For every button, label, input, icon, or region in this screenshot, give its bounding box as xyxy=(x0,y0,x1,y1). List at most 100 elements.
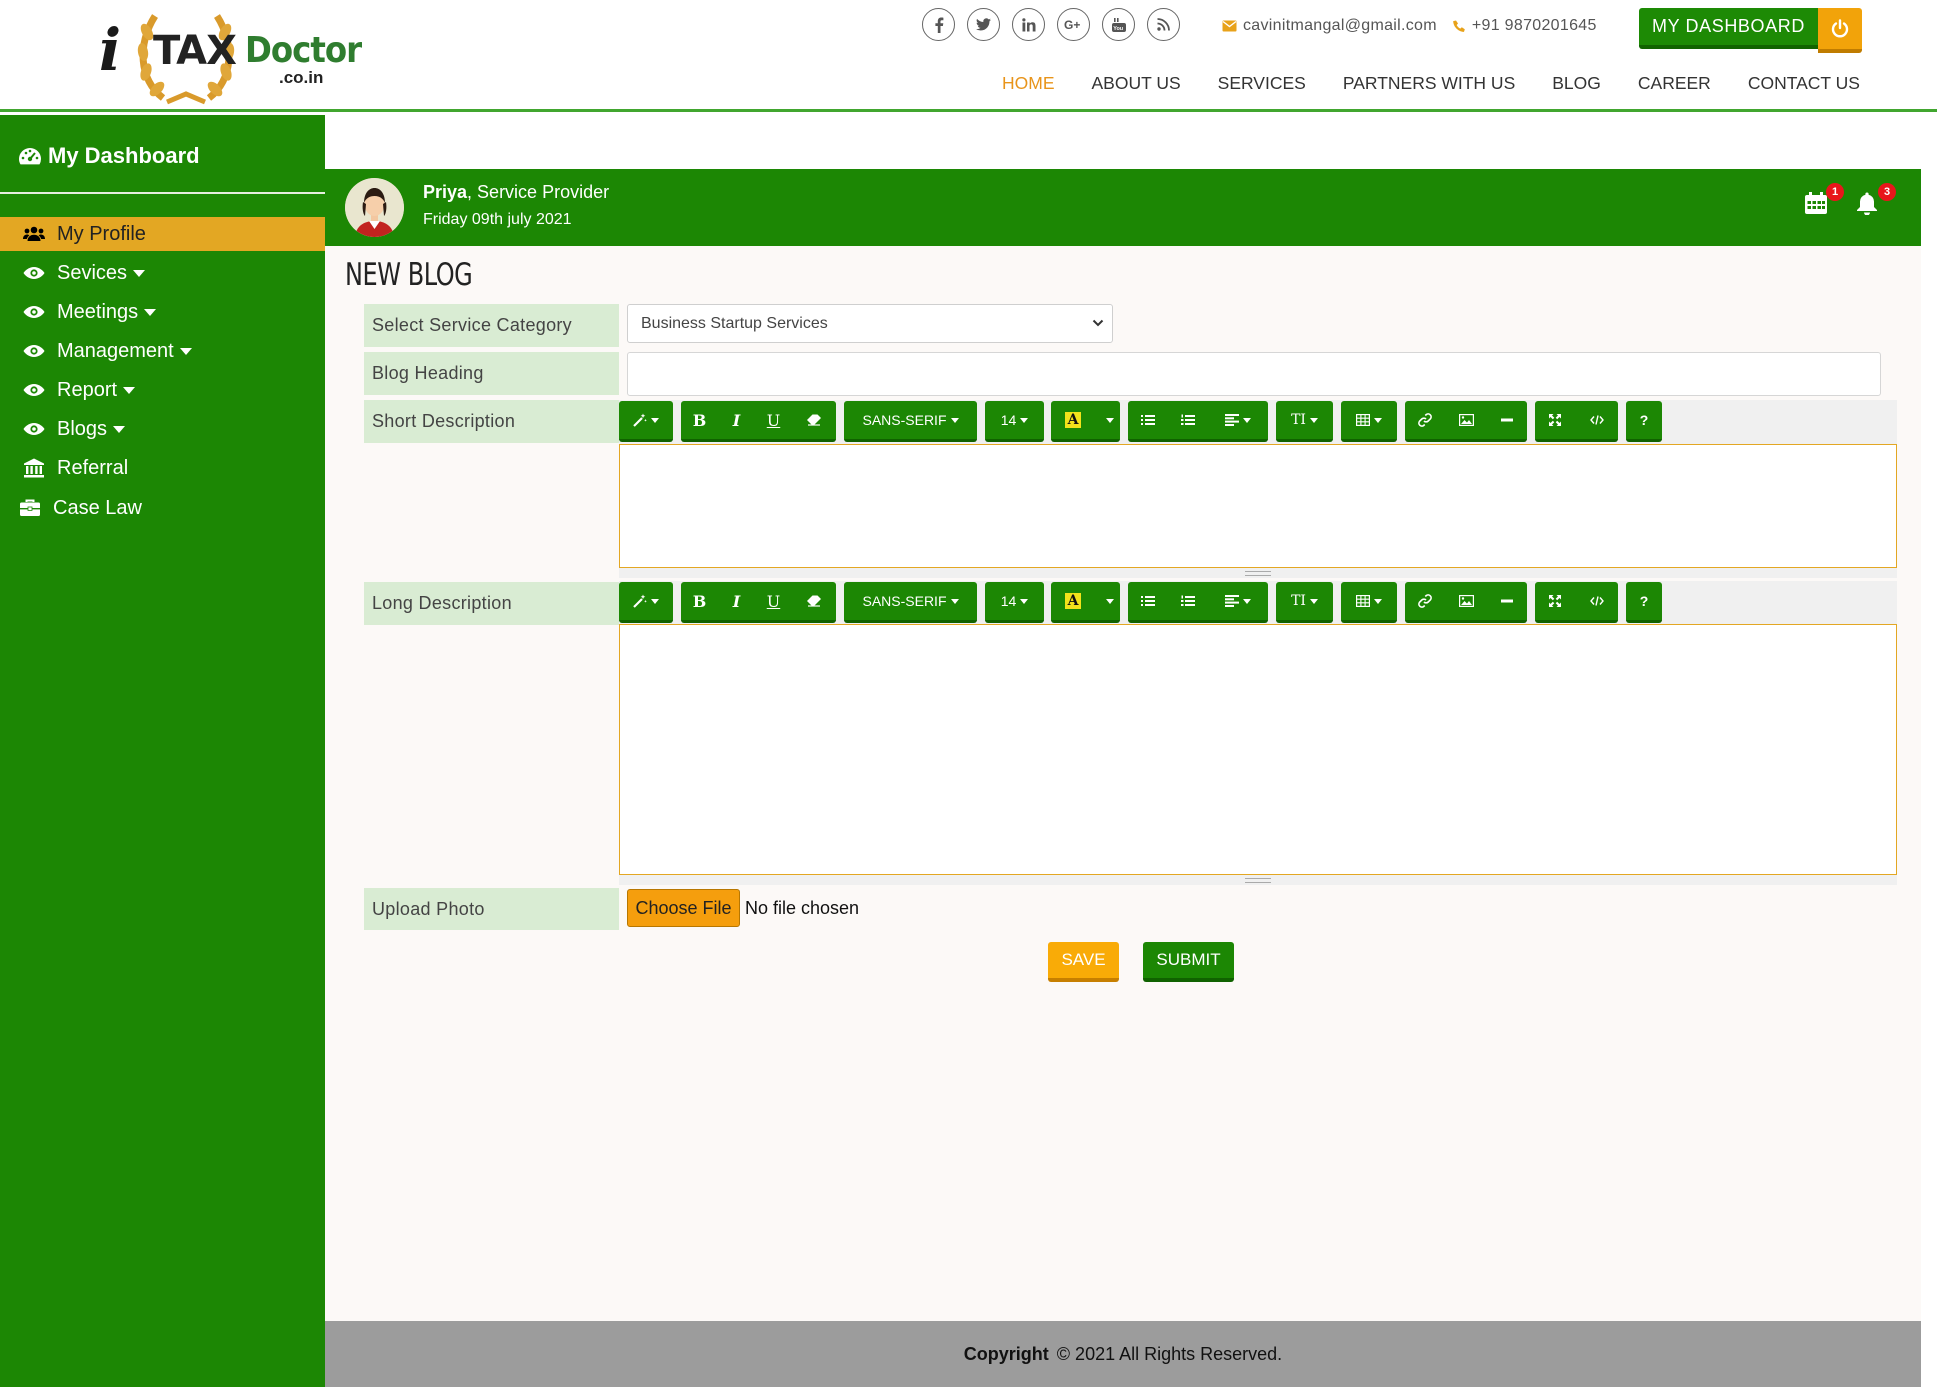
horizontal-rule-icon[interactable] xyxy=(1487,401,1527,439)
svg-text:You: You xyxy=(1113,26,1123,32)
code-view-icon[interactable] xyxy=(1575,582,1618,620)
site-footer: Copyright © 2021 All Rights Reserved. xyxy=(325,1321,1921,1387)
align-dropdown[interactable] xyxy=(1208,582,1268,620)
text-height-icon: TI xyxy=(1291,412,1306,428)
sidebar-item-blogs[interactable]: Blogs xyxy=(0,412,325,446)
sidebar-item-label: Management xyxy=(57,339,174,362)
sidebar-item-management[interactable]: Management xyxy=(0,334,325,368)
italic-button[interactable]: I xyxy=(718,401,755,439)
youtube-icon[interactable]: You xyxy=(1102,8,1135,41)
twitter-icon[interactable] xyxy=(967,8,1000,41)
google-plus-icon[interactable]: G+ xyxy=(1057,8,1090,41)
nav-partners-with-us[interactable]: PARTNERS WITH US xyxy=(1343,73,1515,94)
font-family-dropdown[interactable]: SANS-SERIF xyxy=(844,582,977,623)
choose-file-button[interactable]: Choose File xyxy=(627,889,740,927)
fullscreen-icon[interactable] xyxy=(1535,582,1575,620)
help-button[interactable]: ? xyxy=(1626,582,1662,623)
long-description-resize-handle[interactable] xyxy=(619,875,1897,885)
text-color-icon: A xyxy=(1064,412,1082,428)
power-icon[interactable] xyxy=(1818,8,1862,53)
contact-phone[interactable]: +91 9870201645 xyxy=(1472,17,1597,35)
text-color-dropdown[interactable] xyxy=(1095,582,1120,620)
service-category-select[interactable]: Business Startup Services xyxy=(627,304,1113,343)
link-icon[interactable] xyxy=(1405,401,1445,439)
table-icon xyxy=(1356,595,1370,607)
font-size-label: 14 xyxy=(1000,412,1017,428)
site-logo[interactable]: i TAX Doctor .co.in xyxy=(95,0,362,112)
text-color-group[interactable]: A xyxy=(1051,582,1120,623)
contact-email[interactable]: cavinitmangal@gmail.com xyxy=(1243,17,1437,35)
nav-career[interactable]: CAREER xyxy=(1638,73,1711,94)
rss-icon[interactable] xyxy=(1147,8,1180,41)
nav-about-us[interactable]: ABOUT US xyxy=(1092,73,1181,94)
align-dropdown[interactable] xyxy=(1208,401,1268,439)
text-color-group[interactable]: A xyxy=(1051,401,1120,442)
code-view-icon[interactable] xyxy=(1575,401,1618,439)
sidebar-title[interactable]: My Dashboard xyxy=(18,143,200,169)
sidebar-item-my-profile[interactable]: My Profile xyxy=(0,217,325,251)
calendar-notification[interactable]: 1 xyxy=(1804,183,1844,219)
horizontal-rule-icon[interactable] xyxy=(1487,582,1527,620)
bold-button[interactable]: B xyxy=(681,582,718,620)
font-size-dropdown[interactable]: 14 xyxy=(985,401,1044,442)
bell-icon xyxy=(1857,192,1877,216)
nav-contact-us[interactable]: CONTACT US xyxy=(1748,73,1860,94)
help-icon: ? xyxy=(1639,412,1649,428)
text-color-dropdown[interactable] xyxy=(1095,401,1120,439)
help-button[interactable]: ? xyxy=(1626,401,1662,442)
nav-blog[interactable]: BLOG xyxy=(1552,73,1601,94)
ordered-list-icon[interactable] xyxy=(1168,401,1208,439)
table-dropdown[interactable] xyxy=(1341,401,1397,442)
long-description-editor[interactable] xyxy=(619,624,1897,875)
eraser-icon[interactable] xyxy=(792,401,836,439)
fullscreen-icon[interactable] xyxy=(1535,401,1575,439)
save-button[interactable]: SAVE xyxy=(1048,942,1119,982)
linkedin-icon[interactable] xyxy=(1012,8,1045,41)
toolbar-style-button[interactable] xyxy=(619,401,673,442)
bold-button[interactable]: B xyxy=(681,401,718,439)
nav-services[interactable]: SERVICES xyxy=(1218,73,1306,94)
eraser-icon[interactable] xyxy=(792,582,836,620)
line-height-dropdown[interactable]: TI xyxy=(1276,582,1333,623)
short-description-resize-handle[interactable] xyxy=(619,568,1897,578)
sidebar-item-meetings[interactable]: Meetings xyxy=(0,295,325,329)
nav-home[interactable]: HOME xyxy=(1002,73,1055,94)
line-height-dropdown[interactable]: TI xyxy=(1276,401,1333,442)
sidebar-item-report[interactable]: Report xyxy=(0,373,325,407)
blog-heading-input[interactable] xyxy=(627,352,1881,396)
submit-button[interactable]: SUBMIT xyxy=(1143,942,1234,982)
underline-button[interactable]: U xyxy=(755,582,792,620)
unordered-list-icon[interactable] xyxy=(1128,401,1168,439)
eye-icon xyxy=(22,266,46,280)
ordered-list-icon[interactable] xyxy=(1168,582,1208,620)
user-greeting: Priya, Service Provider xyxy=(423,182,609,203)
facebook-icon[interactable] xyxy=(922,8,955,41)
table-dropdown[interactable] xyxy=(1341,582,1397,623)
italic-button[interactable]: I xyxy=(718,582,755,620)
underline-button[interactable]: U xyxy=(755,401,792,439)
link-icon[interactable] xyxy=(1405,582,1445,620)
sidebar-item-sevices[interactable]: Sevices xyxy=(0,256,325,290)
short-description-editor[interactable] xyxy=(619,444,1897,568)
bell-notification[interactable]: 3 xyxy=(1856,183,1896,219)
chevron-down-icon xyxy=(123,386,136,394)
font-size-dropdown[interactable]: 14 xyxy=(985,582,1044,623)
toolbar-style-button[interactable] xyxy=(619,582,673,623)
heading-label: Blog Heading xyxy=(364,352,619,395)
align-left-icon xyxy=(1225,595,1239,607)
image-icon[interactable] xyxy=(1445,582,1487,620)
image-icon[interactable] xyxy=(1445,401,1487,439)
copyright-label: Copyright xyxy=(963,1343,1049,1364)
sidebar-item-referral[interactable]: Referral xyxy=(0,451,325,485)
avatar[interactable] xyxy=(345,178,404,237)
font-family-dropdown[interactable]: SANS-SERIF xyxy=(844,401,977,442)
site-header: i TAX Doctor .co.in G+ You cavinitmangal… xyxy=(0,0,1937,112)
my-dashboard-button[interactable]: MY DASHBOARD xyxy=(1639,8,1818,49)
long-description-label: Long Description xyxy=(364,582,619,625)
main-content: Priya, Service Provider Friday 09th july… xyxy=(325,115,1921,1321)
magic-icon xyxy=(619,401,673,439)
sidebar-item-label: Sevices xyxy=(57,261,128,284)
unordered-list-icon[interactable] xyxy=(1128,582,1168,620)
sidebar-item-case-law[interactable]: Case Law xyxy=(0,491,325,525)
insert-group xyxy=(1405,582,1527,623)
